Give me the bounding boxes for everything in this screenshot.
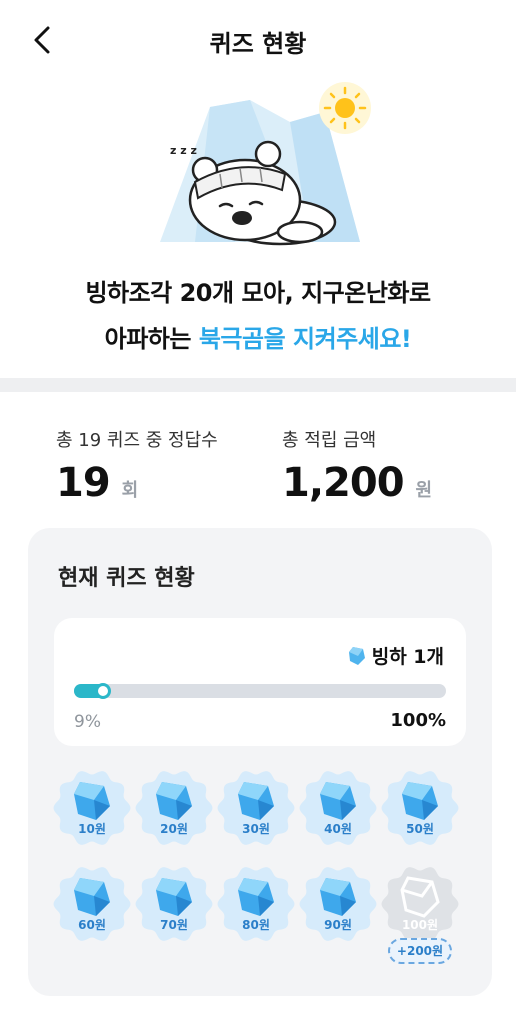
reward-badge-label: 90원 [324,918,352,932]
headline-line-2: 아파하는 북극곰을 지켜주세요! [0,316,516,362]
headline-line-2-prefix: 아파하는 [104,325,199,353]
reward-badge-label: 30원 [242,822,270,836]
reward-badge[interactable]: 70원 [134,864,214,944]
correct-answers-unit: 회 [121,480,139,501]
progress-knob [95,683,112,699]
total-amount-stat: 총 적립 금액 1,200 원 [282,426,432,506]
top-bar: 퀴즈 현황 [0,0,516,80]
stats-summary: 총 19 퀴즈 중 정답수 19 회 총 적립 금액 1,200 원 [0,426,516,516]
svg-text:z z z: z z z [170,144,197,157]
reward-badge-label: 50원 [406,822,434,836]
headline-line-1: 빙하조각 20개 모아, 지구온난화로 [85,279,431,307]
polar-bear-illustration: z z z [160,82,371,246]
correct-answers-stat: 총 19 퀴즈 중 정답수 19 회 [56,426,218,506]
reward-badge[interactable]: 50원 [380,768,460,848]
correct-answers-value: 19 [56,460,111,506]
reward-badge[interactable]: 40원 [298,768,378,848]
reward-badge[interactable]: 90원 [298,864,378,944]
reward-badge[interactable]: 10원 [52,768,132,848]
reward-badge-label: 10원 [78,822,106,836]
correct-answers-label: 총 19 퀴즈 중 정답수 [56,430,218,451]
reward-badge[interactable]: 20원 [134,768,214,848]
page-title: 퀴즈 현황 [209,30,307,58]
reward-badge-label: 70원 [160,918,188,932]
reward-badge-label: 80원 [242,918,270,932]
quiz-status-panel: 현재 퀴즈 현황 빙하 1개 9% 100% 10원 20원 30원 40원 50원 60… [28,528,492,996]
total-amount-label: 총 적립 금액 [282,430,377,451]
total-amount-unit: 원 [415,480,433,501]
ice-crystal-icon [348,646,365,665]
bonus-reward-tag: +200원 [388,938,452,964]
mission-headline: 빙하조각 20개 모아, 지구온난화로 아파하는 북극곰을 지켜주세요! [0,270,516,362]
reward-badge-label: 60원 [78,918,106,932]
headline-accent: 북극곰을 지켜주세요! [198,325,412,353]
sun-icon [319,82,371,134]
reward-badge-label: 40원 [324,822,352,836]
reward-badge-label: 20원 [160,822,188,836]
reward-badge[interactable]: 80원 [216,864,296,944]
reward-badge[interactable]: 100원 [380,864,460,944]
ice-count-label: 빙하 1개 [371,646,444,668]
reward-badge-label: 100원 [401,918,439,932]
progress-current-label: 9% [74,712,101,732]
ice-count: 빙하 1개 [348,642,444,669]
progress-card: 빙하 1개 9% 100% [54,618,466,746]
reward-badge[interactable]: 30원 [216,768,296,848]
total-amount-value: 1,200 [282,460,405,506]
panel-title: 현재 퀴즈 현황 [58,566,195,591]
reward-badge[interactable]: 60원 [52,864,132,944]
section-divider [0,378,516,392]
progress-track [74,683,446,699]
progress-goal-label: 100% [390,710,446,731]
